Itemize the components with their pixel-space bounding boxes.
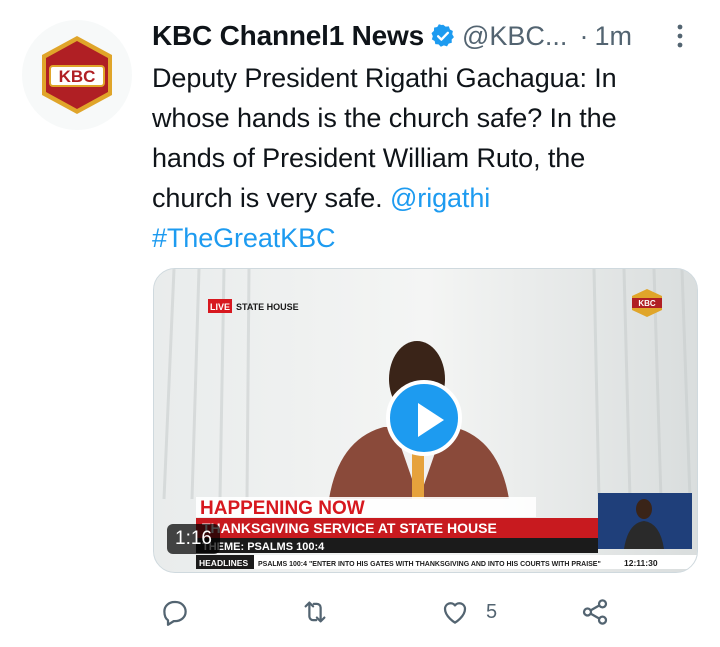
ticker-label: HEADLINES (199, 558, 248, 568)
tweet-text-line: Deputy President Rigathi Gachagua: In (152, 63, 617, 93)
avatar[interactable]: KBC (22, 20, 132, 130)
retweet-icon (304, 601, 326, 623)
avatar-logo-text: KBC (59, 67, 96, 86)
ticker-time: 12:11:30 (624, 558, 658, 568)
video-duration: 1:16 (167, 524, 220, 554)
retweet-button[interactable] (300, 592, 330, 632)
author-name[interactable]: KBC Channel1 News (152, 20, 424, 52)
tweet[interactable]: KBC KBC Channel1 News @KBC... · 1m Deput… (0, 0, 720, 647)
tweet-time[interactable]: 1m (594, 21, 632, 52)
reply-button[interactable] (160, 592, 190, 632)
share-icon (582, 599, 608, 625)
like-button[interactable]: 5 (440, 592, 497, 632)
play-icon (418, 403, 444, 437)
tweet-text-line: church is very safe. (152, 183, 383, 213)
banner-theme: THEME: PSALMS 100:4 (202, 541, 325, 553)
live-badge: LIVE (210, 302, 230, 312)
play-button[interactable] (386, 380, 462, 456)
channel-logo: KBC (638, 299, 656, 308)
separator-dot: · (579, 20, 589, 51)
tweet-text: Deputy President Rigathi Gachagua: In wh… (152, 58, 697, 258)
reply-icon (163, 600, 187, 626)
tweet-text-line: hands of President William Ruto, the (152, 143, 586, 173)
author-handle[interactable]: @KBC... (462, 21, 567, 52)
tweet-actions: 5 (150, 592, 620, 632)
banner-headline: THANKSGIVING SERVICE AT STATE HOUSE (202, 520, 497, 536)
hashtag-link[interactable]: #TheGreatKBC (152, 218, 697, 258)
tweet-header: KBC Channel1 News @KBC... · 1m (152, 14, 692, 58)
tweet-text-line: whose hands is the church safe? In the (152, 103, 617, 133)
verified-badge-icon (431, 24, 454, 47)
kbc-logo: KBC (42, 36, 112, 114)
more-options-icon[interactable] (670, 22, 690, 50)
ticker-text: PSALMS 100:4 "ENTER INTO HIS GATES WITH … (258, 561, 601, 568)
heart-icon (443, 602, 467, 624)
like-count: 5 (486, 600, 498, 623)
location-label: STATE HOUSE (236, 302, 299, 312)
mention-link[interactable]: @rigathi (390, 183, 490, 213)
banner-title: HAPPENING NOW (200, 498, 365, 519)
tweet-text-line-with-mention: church is very safe. @rigathi (152, 178, 697, 218)
share-button[interactable] (580, 592, 610, 632)
